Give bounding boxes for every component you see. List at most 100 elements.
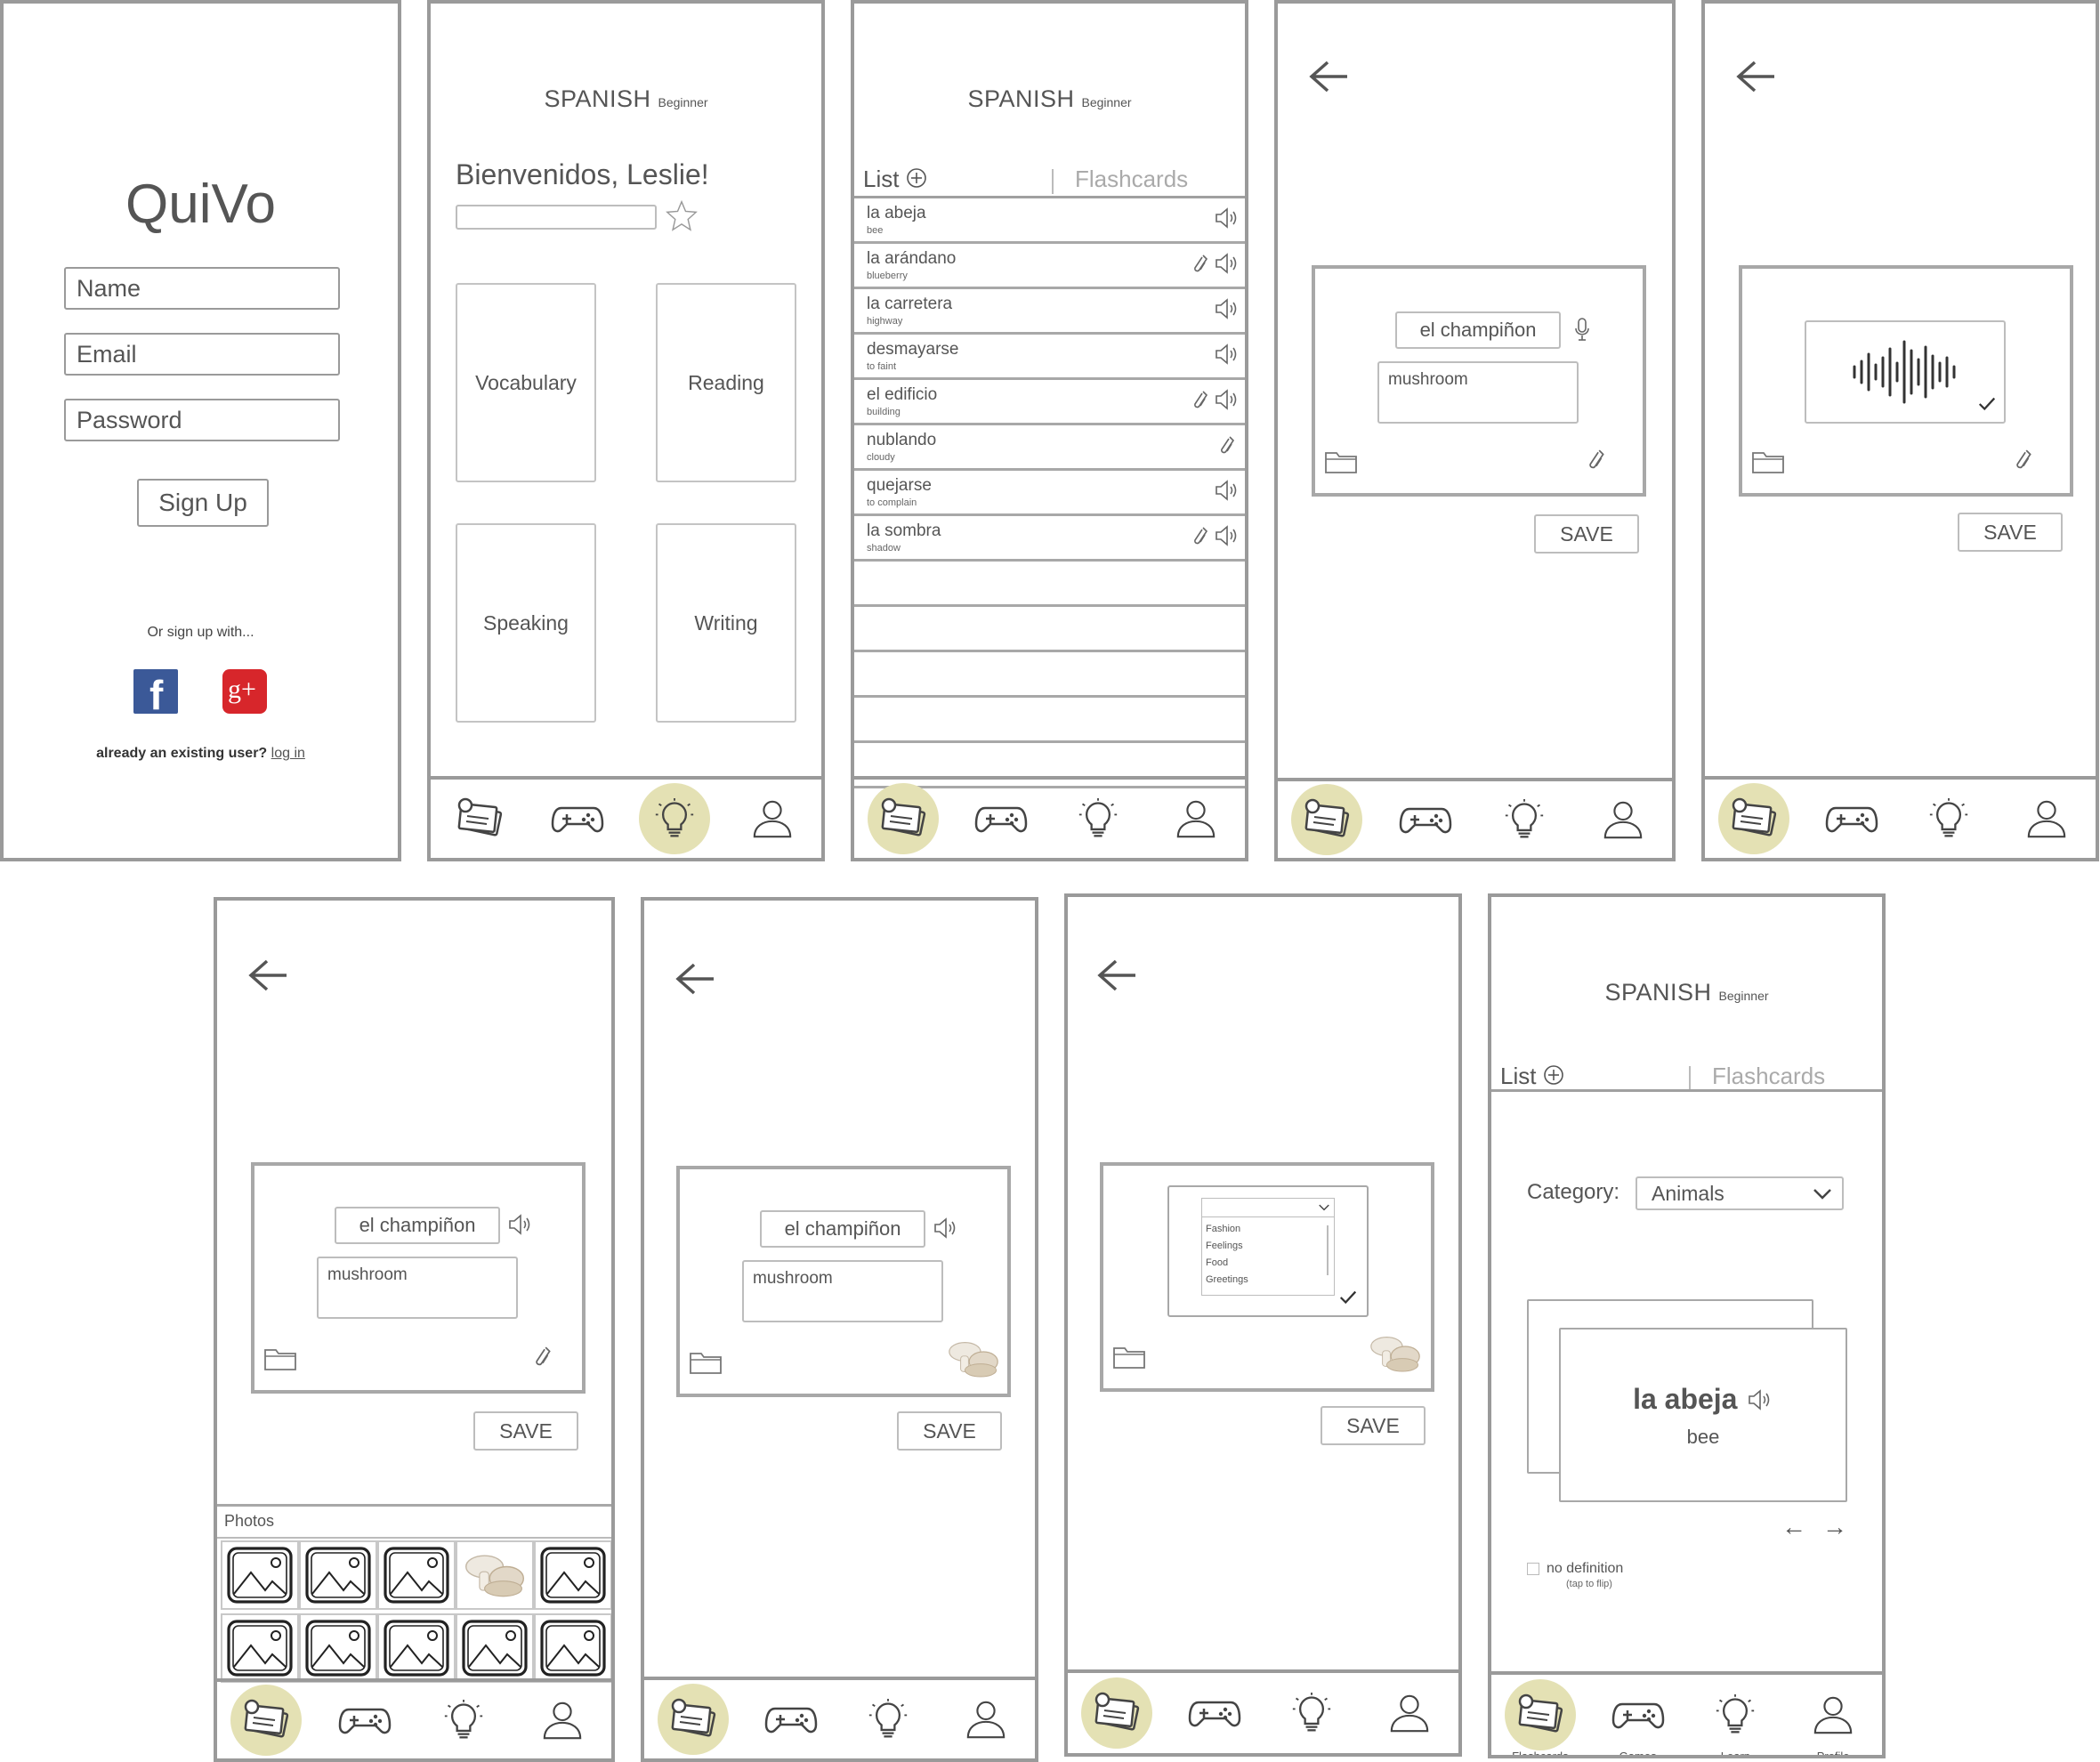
folder-option[interactable]: Food bbox=[1206, 1255, 1330, 1272]
nav-learn[interactable] bbox=[1913, 783, 1984, 854]
nav-learn[interactable] bbox=[1062, 783, 1134, 854]
tile-reading[interactable]: Reading bbox=[656, 283, 796, 482]
nav-games[interactable] bbox=[1816, 783, 1887, 854]
folder-option[interactable]: Greetings bbox=[1206, 1272, 1330, 1289]
facebook-icon[interactable]: f bbox=[133, 669, 178, 718]
photo-thumbnail[interactable] bbox=[377, 1540, 456, 1610]
definition-field[interactable]: mushroom bbox=[742, 1260, 943, 1322]
no-definition-checkbox[interactable] bbox=[1527, 1563, 1539, 1575]
speaker-icon[interactable] bbox=[933, 1217, 959, 1239]
password-field[interactable]: Password bbox=[64, 399, 340, 441]
prev-arrow-icon[interactable]: ← bbox=[1781, 1513, 1806, 1541]
folder-icon[interactable] bbox=[1751, 449, 1787, 475]
speaker-icon[interactable] bbox=[1214, 207, 1240, 229]
nav-profile[interactable] bbox=[1160, 783, 1232, 854]
check-icon[interactable] bbox=[1338, 1289, 1358, 1306]
nav-profile[interactable] bbox=[1374, 1677, 1445, 1749]
nav-games[interactable] bbox=[542, 783, 613, 854]
photo-thumbnail[interactable] bbox=[221, 1613, 299, 1683]
vocab-row[interactable]: la sombra shadow bbox=[854, 516, 1245, 562]
microphone-icon[interactable] bbox=[1573, 317, 1591, 342]
speaker-icon[interactable] bbox=[1747, 1389, 1773, 1410]
nav-profile[interactable] bbox=[737, 783, 808, 854]
photo-thumbnail[interactable] bbox=[534, 1613, 611, 1683]
link-icon[interactable] bbox=[1192, 389, 1210, 410]
speaker-icon[interactable] bbox=[1214, 298, 1240, 319]
word-field[interactable]: el champiñon bbox=[1395, 311, 1561, 349]
tile-vocabulary[interactable]: Vocabulary bbox=[456, 283, 596, 482]
nav-profile[interactable] bbox=[950, 1684, 1022, 1755]
photo-thumbnail[interactable] bbox=[221, 1540, 299, 1610]
vocab-row[interactable]: la carretera highway bbox=[854, 289, 1245, 335]
nav-flashcards[interactable] bbox=[1080, 1677, 1152, 1749]
nav-games[interactable] bbox=[1390, 784, 1461, 855]
nav-games[interactable]: Games bbox=[1603, 1679, 1674, 1755]
speaker-icon[interactable] bbox=[1214, 525, 1240, 546]
speaker-icon[interactable] bbox=[1214, 253, 1240, 274]
vocab-row[interactable]: la arándano blueberry bbox=[854, 244, 1245, 289]
folder-option[interactable]: Fashion bbox=[1206, 1221, 1330, 1238]
mushroom-photo[interactable] bbox=[1367, 1331, 1424, 1376]
definition-field[interactable]: mushroom bbox=[317, 1257, 518, 1319]
google-plus-icon[interactable]: g+ bbox=[222, 669, 267, 714]
back-arrow-icon[interactable] bbox=[246, 958, 290, 993]
add-icon[interactable] bbox=[1543, 1064, 1564, 1086]
nav-learn[interactable] bbox=[428, 1685, 499, 1756]
signup-button[interactable]: Sign Up bbox=[137, 479, 269, 527]
photo-mushroom[interactable] bbox=[456, 1540, 534, 1610]
nav-games[interactable] bbox=[1179, 1677, 1250, 1749]
category-select[interactable]: Animals bbox=[1636, 1176, 1844, 1210]
folder-option[interactable]: Feelings bbox=[1206, 1238, 1330, 1255]
word-field[interactable]: el champiñon bbox=[760, 1210, 925, 1248]
save-button[interactable]: SAVE bbox=[897, 1411, 1002, 1451]
folder-icon[interactable] bbox=[263, 1346, 299, 1372]
nav-learn[interactable] bbox=[852, 1684, 924, 1755]
word-field[interactable]: el champiñon bbox=[335, 1207, 500, 1244]
nav-learn[interactable]: Learn bbox=[1700, 1679, 1771, 1755]
speaker-icon[interactable] bbox=[507, 1214, 534, 1235]
vocab-row[interactable]: la abeja bee bbox=[854, 198, 1245, 244]
speaker-icon[interactable] bbox=[1214, 389, 1240, 410]
back-arrow-icon[interactable] bbox=[1306, 59, 1351, 94]
flashcard[interactable]: la abeja bee bbox=[1559, 1328, 1847, 1502]
vocab-row[interactable]: desmayarse to faint bbox=[854, 335, 1245, 380]
star-icon[interactable] bbox=[666, 199, 698, 231]
tab-flashcards[interactable]: Flashcards bbox=[1712, 1063, 1825, 1090]
nav-flashcards[interactable] bbox=[657, 1684, 729, 1755]
tab-list[interactable]: List bbox=[863, 166, 927, 193]
login-link[interactable]: log in bbox=[271, 746, 305, 761]
back-arrow-icon[interactable] bbox=[1094, 958, 1139, 993]
nav-flashcards[interactable] bbox=[444, 783, 515, 854]
folder-dropdown[interactable]: Fashion Feelings Food Greetings bbox=[1201, 1198, 1335, 1296]
speaker-icon[interactable] bbox=[1214, 344, 1240, 365]
link-icon[interactable] bbox=[1219, 434, 1237, 456]
photo-thumbnail[interactable] bbox=[456, 1613, 534, 1683]
nav-games[interactable] bbox=[329, 1685, 400, 1756]
nav-profile[interactable] bbox=[2011, 783, 2082, 854]
save-button[interactable]: SAVE bbox=[473, 1411, 578, 1451]
nav-profile[interactable] bbox=[527, 1685, 598, 1756]
definition-field[interactable]: mushroom bbox=[1377, 361, 1579, 424]
folder-icon[interactable] bbox=[1112, 1344, 1148, 1370]
photo-thumbnail[interactable] bbox=[299, 1613, 377, 1683]
nav-learn[interactable] bbox=[1489, 784, 1560, 855]
next-arrow-icon[interactable]: → bbox=[1822, 1513, 1847, 1541]
save-button[interactable]: SAVE bbox=[1321, 1406, 1426, 1445]
save-button[interactable]: SAVE bbox=[1534, 514, 1639, 554]
tab-flashcards[interactable]: Flashcards bbox=[1075, 166, 1188, 193]
nav-flashcards[interactable]: Flashcards bbox=[1504, 1679, 1576, 1755]
link-icon[interactable] bbox=[534, 1344, 553, 1369]
photo-thumbnail[interactable] bbox=[377, 1613, 456, 1683]
dropdown-scrollbar[interactable] bbox=[1327, 1225, 1329, 1275]
nav-flashcards[interactable] bbox=[1291, 784, 1363, 855]
nav-games[interactable] bbox=[965, 783, 1037, 854]
check-icon[interactable] bbox=[1977, 395, 1997, 413]
nav-profile[interactable]: Profile bbox=[1797, 1679, 1869, 1755]
email-field[interactable]: Email bbox=[64, 333, 340, 376]
speaker-icon[interactable] bbox=[1214, 480, 1240, 501]
tile-writing[interactable]: Writing bbox=[656, 523, 796, 723]
dropdown-header[interactable] bbox=[1202, 1199, 1334, 1217]
back-arrow-icon[interactable] bbox=[673, 961, 717, 997]
link-icon[interactable] bbox=[1587, 447, 1607, 472]
add-icon[interactable] bbox=[906, 167, 927, 189]
